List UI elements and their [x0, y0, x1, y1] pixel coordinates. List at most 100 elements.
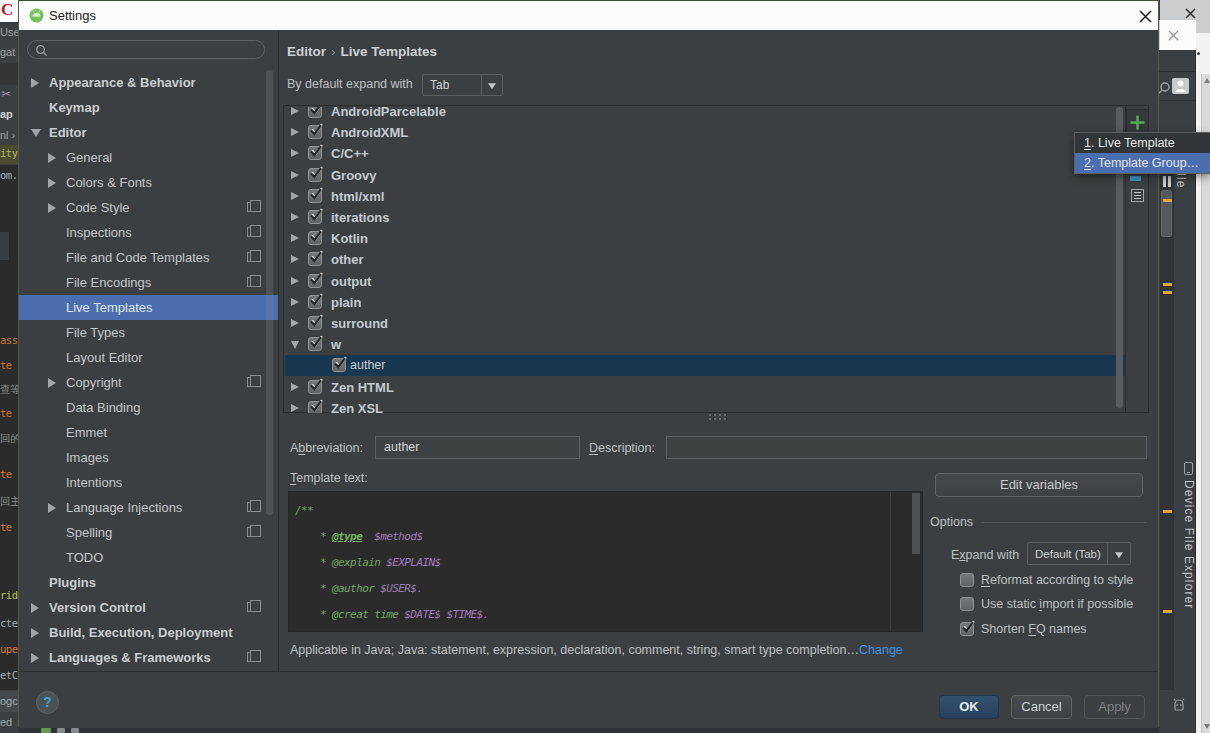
- chevron-collapsed-icon[interactable]: [48, 503, 56, 513]
- dialog-titlebar[interactable]: Settings: [19, 1, 1158, 30]
- template-text-editor[interactable]: /*** @type $method$* @explain $EXPLAIN$*…: [288, 491, 923, 632]
- sidebar-item-plugins[interactable]: Plugins: [19, 570, 278, 595]
- browser-close-icon[interactable]: [1185, 8, 1196, 19]
- sidebar-item-language-injections[interactable]: Language Injections: [19, 495, 278, 520]
- checkbox-checked[interactable]: [308, 231, 322, 245]
- template-row-iterations[interactable]: iterations: [285, 207, 1125, 228]
- sidebar-item-data-binding[interactable]: Data Binding: [19, 395, 278, 420]
- sidebar-item-editor[interactable]: Editor: [19, 120, 278, 145]
- abbreviation-input[interactable]: auther: [375, 436, 580, 459]
- help-button[interactable]: ?: [36, 691, 59, 714]
- checkbox-checked[interactable]: [332, 358, 346, 372]
- template-row-w[interactable]: w: [285, 334, 1125, 355]
- default-expand-combobox[interactable]: Tab: [422, 74, 503, 96]
- template-row-auther[interactable]: auther: [285, 355, 1125, 376]
- edit-variables-button[interactable]: Edit variables: [935, 473, 1143, 497]
- splitter-grip[interactable]: [709, 414, 727, 421]
- ide-close-icon[interactable]: [1168, 30, 1179, 41]
- checkbox-checked[interactable]: [308, 107, 322, 118]
- checkbox-checked[interactable]: [308, 295, 322, 309]
- checkbox-checked[interactable]: [308, 168, 322, 182]
- chevron-collapsed-icon[interactable]: [31, 628, 39, 638]
- popup-item-1[interactable]: 1. Live Template: [1075, 133, 1210, 153]
- sidebar-item-live-templates[interactable]: Live Templates: [19, 295, 278, 320]
- chevron-collapsed-icon[interactable]: [291, 277, 299, 285]
- sidebar-item-code-style[interactable]: Code Style: [19, 195, 278, 220]
- checkbox-checked[interactable]: [308, 380, 322, 394]
- description-input[interactable]: [666, 436, 1147, 459]
- chevron-collapsed-icon[interactable]: [48, 178, 56, 188]
- chevron-down-icon[interactable]: [481, 75, 502, 95]
- ok-button[interactable]: OK: [939, 695, 999, 719]
- checkbox-checked[interactable]: [308, 146, 322, 160]
- sidebar-scrollbar-thumb[interactable]: [266, 70, 273, 515]
- chevron-collapsed-icon[interactable]: [291, 255, 299, 263]
- template-row-kotlin[interactable]: Kotlin: [285, 228, 1125, 249]
- checkbox-checked[interactable]: [308, 337, 322, 351]
- chevron-collapsed-icon[interactable]: [48, 153, 56, 163]
- add-icon[interactable]: [1130, 115, 1145, 130]
- sidebar-item-keymap[interactable]: Keymap: [19, 95, 278, 120]
- device-file-explorer-tool-button[interactable]: Device File Explorer: [1182, 480, 1196, 609]
- template-row-surround[interactable]: surround: [285, 313, 1125, 334]
- checkbox-checked[interactable]: [308, 316, 322, 330]
- sidebar-item-version-control[interactable]: Version Control: [19, 595, 278, 620]
- sidebar-item-inspections[interactable]: Inspections: [19, 220, 278, 245]
- cancel-button[interactable]: Cancel: [1011, 695, 1072, 719]
- chevron-collapsed-icon[interactable]: [291, 404, 299, 412]
- sidebar-item-file-encodings[interactable]: File Encodings: [19, 270, 278, 295]
- chevron-collapsed-icon[interactable]: [291, 319, 299, 327]
- template-row-plain[interactable]: plain: [285, 292, 1125, 313]
- checkbox[interactable]: [960, 573, 974, 587]
- sidebar-item-file-and-code-templates[interactable]: File and Code Templates: [19, 245, 278, 270]
- checkbox-checked[interactable]: [308, 189, 322, 203]
- editor-scrollbar-thumb[interactable]: [912, 493, 920, 554]
- checkbox-checked[interactable]: [308, 274, 322, 288]
- chevron-collapsed-icon[interactable]: [48, 378, 56, 388]
- checkbox-checked[interactable]: [308, 125, 322, 139]
- template-row-c-c-[interactable]: C/C++: [285, 143, 1125, 164]
- sidebar-item-todo[interactable]: TODO: [19, 545, 278, 570]
- checkbox-checked[interactable]: [308, 252, 322, 266]
- apply-button[interactable]: Apply: [1084, 695, 1145, 719]
- chevron-collapsed-icon[interactable]: [291, 192, 299, 200]
- checkbox-checked[interactable]: [960, 622, 974, 636]
- checkbox-checked[interactable]: [308, 401, 322, 413]
- chevron-expanded-icon[interactable]: [291, 341, 299, 349]
- chevron-collapsed-icon[interactable]: [31, 78, 39, 88]
- sidebar-item-file-types[interactable]: File Types: [19, 320, 278, 345]
- chevron-collapsed-icon[interactable]: [291, 234, 299, 242]
- sidebar-item-spelling[interactable]: Spelling: [19, 520, 278, 545]
- sidebar-item-images[interactable]: Images: [19, 445, 278, 470]
- change-link[interactable]: Change: [859, 643, 903, 657]
- dialog-close-button[interactable]: [1135, 6, 1155, 26]
- chevron-collapsed-icon[interactable]: [291, 213, 299, 221]
- chevron-collapsed-icon[interactable]: [291, 128, 299, 136]
- template-row-html-xml[interactable]: html/xml: [285, 186, 1125, 207]
- checkbox[interactable]: [960, 597, 974, 611]
- sidebar-item-intentions[interactable]: Intentions: [19, 470, 278, 495]
- settings-search-input[interactable]: [27, 40, 265, 59]
- sidebar-item-general[interactable]: General: [19, 145, 278, 170]
- template-row-other[interactable]: other: [285, 249, 1125, 270]
- sidebar-item-appearance-behavior[interactable]: Appearance & Behavior: [19, 70, 278, 95]
- sidebar-item-colors-fonts[interactable]: Colors & Fonts: [19, 170, 278, 195]
- chevron-collapsed-icon[interactable]: [291, 149, 299, 157]
- template-row-androidparcelable[interactable]: AndroidParcelable: [285, 107, 1125, 122]
- checkbox-checked[interactable]: [308, 210, 322, 224]
- chevron-collapsed-icon[interactable]: [291, 107, 299, 115]
- sidebar-item-languages-frameworks[interactable]: Languages & Frameworks: [19, 645, 278, 670]
- scroll-up-icon[interactable]: [1204, 78, 1210, 83]
- restore-defaults-icon[interactable]: [1131, 189, 1144, 202]
- editor-scrollbar-thumb[interactable]: [1161, 190, 1172, 237]
- sidebar-item-build-execution-deployment[interactable]: Build, Execution, Deployment: [19, 620, 278, 645]
- chevron-collapsed-icon[interactable]: [48, 203, 56, 213]
- template-row-zen-xsl[interactable]: Zen XSL: [285, 398, 1125, 413]
- expand-with-combobox[interactable]: Default (Tab): [1027, 542, 1131, 565]
- template-row-output[interactable]: output: [285, 271, 1125, 292]
- chevron-collapsed-icon[interactable]: [31, 603, 39, 613]
- sidebar-item-layout-editor[interactable]: Layout Editor: [19, 345, 278, 370]
- template-row-androidxml[interactable]: AndroidXML: [285, 122, 1125, 143]
- sidebar-item-emmet[interactable]: Emmet: [19, 420, 278, 445]
- chevron-collapsed-icon[interactable]: [31, 653, 39, 663]
